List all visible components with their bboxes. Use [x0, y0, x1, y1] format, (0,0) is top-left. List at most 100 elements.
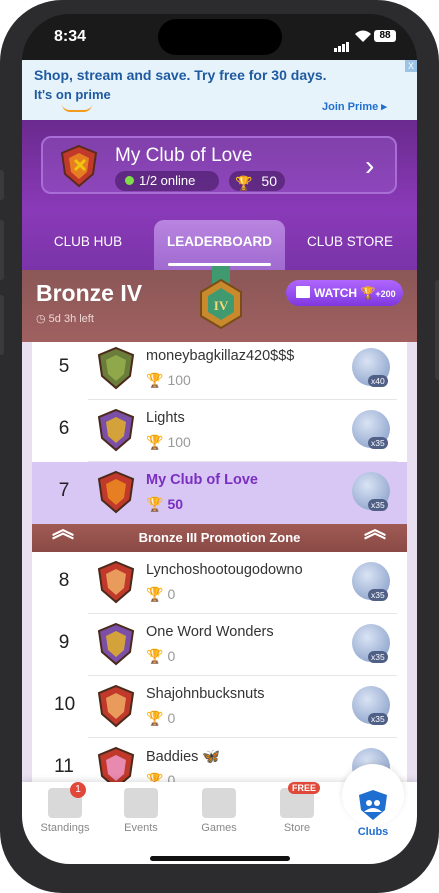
trophy-icon: 🏆	[146, 648, 164, 664]
row-points: 🏆 0	[146, 586, 175, 603]
signal-icon	[334, 34, 350, 52]
wifi-icon	[355, 30, 371, 42]
club-badge-icon	[60, 144, 98, 188]
row-club-name: Lynchoshootougodowno	[146, 562, 303, 578]
time-left-value: 5d 3h left	[48, 313, 94, 325]
cart-icon: FREE	[280, 782, 321, 818]
leaderboard-row[interactable]: 5 moneybagkillaz420$$$ 🏆 100 x40	[32, 342, 407, 400]
club-badge-icon	[97, 346, 135, 390]
league-medal-icon: IV	[200, 266, 242, 330]
side-button	[0, 170, 4, 200]
nav-store-label: Store	[283, 822, 311, 834]
nav-clubs-label: Clubs	[357, 826, 389, 838]
trophy-icon: 🏆	[360, 286, 376, 300]
promotion-zone-label: Bronze III Promotion Zone	[138, 530, 301, 545]
row-rank: 10	[54, 694, 76, 715]
club-card[interactable]: My Club of Love 1/2 online 🏆 50 ›	[41, 136, 397, 194]
tab-club-hub[interactable]: CLUB HUB	[40, 220, 136, 270]
ad-banner[interactable]: Shop, stream and save. Try free for 30 d…	[22, 60, 417, 120]
double-chevron-up-icon: ︽	[364, 517, 387, 542]
row-club-name: Baddies 🦋	[146, 749, 221, 765]
podium-icon: 1	[48, 782, 86, 818]
dynamic-island	[158, 19, 282, 55]
promotion-zone-divider: ︽ Bronze III Promotion Zone ︽	[32, 519, 407, 552]
club-badge-icon	[97, 622, 135, 666]
row-points: 🏆 0	[146, 648, 175, 665]
league-title: Bronze IV	[36, 280, 143, 306]
row-points: 🏆 50	[146, 496, 183, 513]
online-count: 1/2 online	[139, 173, 196, 188]
screen: 8:34 88 Shop, stream and save. Try free …	[22, 14, 417, 864]
reward-multiplier: x35	[368, 713, 388, 725]
reward-multiplier: x35	[368, 499, 388, 511]
nav-store[interactable]: FREE Store	[262, 782, 332, 834]
watch-ad-button[interactable]: WATCH 🏆+200	[286, 280, 403, 306]
calendar-check-icon	[124, 788, 158, 818]
club-badge-icon	[97, 408, 135, 452]
nav-clubs[interactable]: Clubs	[338, 788, 408, 838]
store-free-badge: FREE	[288, 782, 321, 794]
row-club-name: One Word Wonders	[146, 624, 274, 640]
nav-games-label: Games	[201, 822, 237, 834]
row-rank: 6	[58, 418, 70, 439]
club-badge-icon	[97, 684, 135, 728]
row-points-value: 100	[167, 434, 191, 450]
double-chevron-up-icon: ︽	[52, 517, 75, 542]
online-status: 1/2 online	[115, 171, 219, 191]
home-indicator	[150, 856, 290, 861]
club-name: My Club of Love	[115, 145, 253, 166]
standings-badge: 1	[70, 782, 86, 798]
club-badge-icon	[97, 560, 135, 604]
side-button	[435, 280, 439, 380]
tab-club-store[interactable]: CLUB STORE	[302, 220, 398, 270]
club-points: 🏆 50	[229, 171, 285, 191]
trophy-icon: 🏆	[146, 434, 164, 450]
leaderboard-row-own-club[interactable]: 7 My Club of Love 🏆 50 x35	[32, 462, 407, 524]
battery-icon: 88	[374, 30, 396, 42]
chevron-right-icon[interactable]: ›	[365, 150, 374, 182]
leaderboard-row[interactable]: 6 Lights 🏆 100 x35	[32, 400, 407, 462]
film-icon	[296, 286, 310, 298]
reward-multiplier: x40	[368, 375, 388, 387]
prime-smile-icon	[62, 104, 92, 112]
join-prime-link[interactable]: Join Prime ▸	[322, 100, 387, 113]
status-bar: 8:34 88	[22, 14, 417, 60]
nav-games[interactable]: Games	[184, 788, 254, 834]
row-rank: 11	[54, 756, 74, 777]
bottom-nav: 1 Standings Events Games FREE Store Club…	[22, 764, 417, 864]
nav-events[interactable]: Events	[106, 788, 176, 834]
row-rank: 5	[58, 356, 70, 377]
leaderboard-row[interactable]: 10 Shajohnbucksnuts 🏆 0 x35	[32, 676, 407, 738]
side-button	[0, 220, 4, 280]
club-header: My Club of Love 1/2 online 🏆 50 › CLUB HU…	[22, 120, 417, 270]
ad-close-icon[interactable]: X	[405, 60, 417, 72]
nav-standings-label: Standings	[40, 822, 90, 834]
row-club-name: My Club of Love	[146, 472, 258, 488]
leaderboard-row[interactable]: 8 Lynchoshootougodowno 🏆 0 x35	[32, 552, 407, 614]
phone-frame: 8:34 88 Shop, stream and save. Try free …	[0, 0, 439, 893]
club-badge-icon	[97, 470, 135, 514]
nav-events-label: Events	[124, 822, 158, 834]
trophy-icon: 🏆	[146, 372, 164, 388]
row-club-name: Lights	[146, 410, 185, 426]
ad-headline: Shop, stream and save. Try free for 30 d…	[34, 67, 327, 83]
leaderboard-list[interactable]: 5 moneybagkillaz420$$$ 🏆 100 x40 6 Lights 🏆 100 x…	[32, 342, 407, 796]
row-club-name: moneybagkillaz420$$$	[146, 348, 295, 364]
row-points-value: 100	[167, 372, 191, 388]
trophy-icon: 🏆	[235, 175, 253, 191]
ad-subline: It's on prime	[34, 87, 111, 102]
row-points-value: 0	[167, 648, 176, 664]
online-dot-icon	[125, 176, 134, 185]
row-rank: 9	[58, 632, 70, 653]
reward-multiplier: x35	[368, 437, 388, 449]
tab-leaderboard[interactable]: LEADERBOARD	[154, 220, 285, 270]
nav-standings[interactable]: 1 Standings	[30, 782, 100, 834]
status-time: 8:34	[54, 28, 87, 45]
row-points: 🏆 100	[146, 434, 191, 451]
trophy-icon: 🏆	[146, 586, 164, 602]
watch-label: WATCH	[314, 286, 358, 300]
leaderboard-row[interactable]: 9 One Word Wonders 🏆 0 x35	[32, 614, 407, 676]
league-banner: Bronze IV ◷ 5d 3h left IV WATCH 🏆+200	[22, 266, 417, 342]
time-left: ◷ 5d 3h left	[36, 312, 94, 325]
watch-bonus: +200	[375, 289, 396, 299]
